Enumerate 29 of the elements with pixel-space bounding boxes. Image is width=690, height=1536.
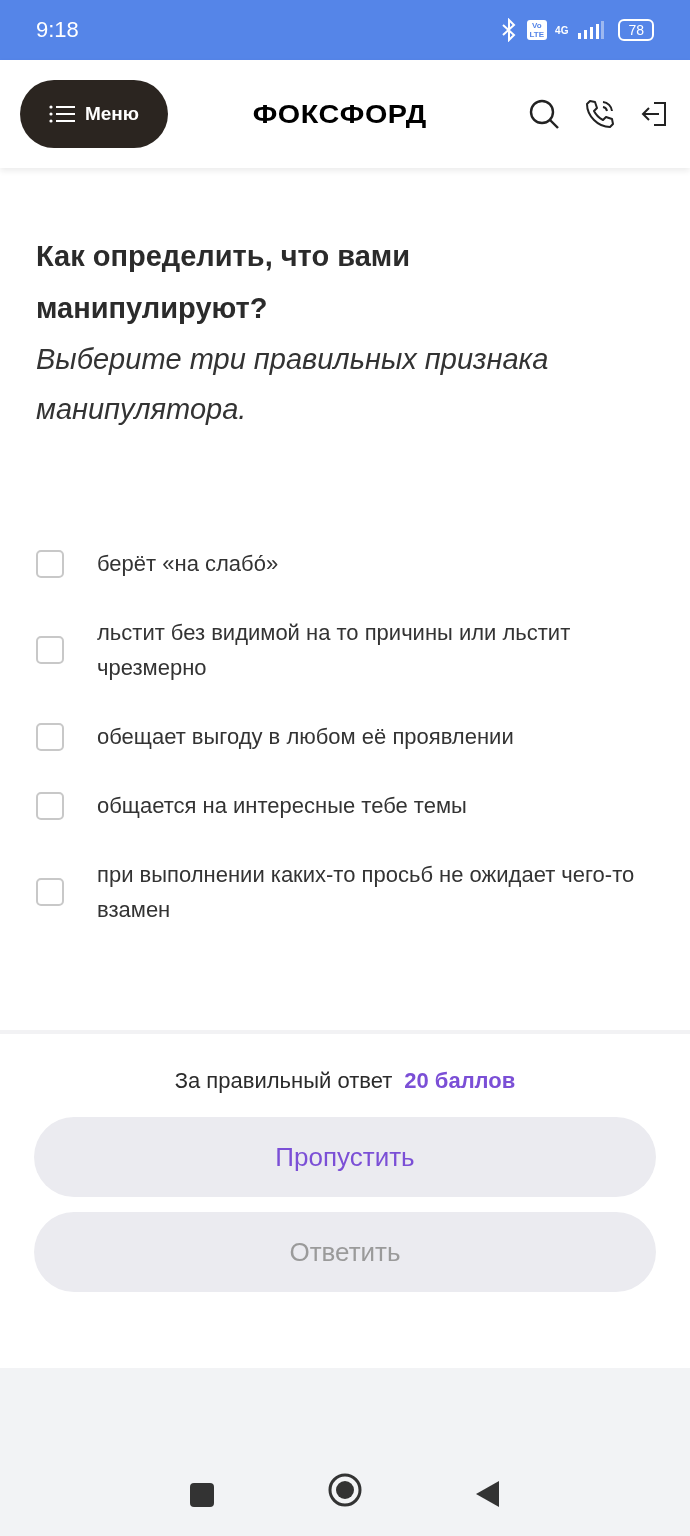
home-icon[interactable] — [327, 1472, 363, 1508]
menu-icon — [48, 104, 75, 124]
logo[interactable]: ФОКСФОРД — [252, 99, 427, 129]
reward-points: 20 баллов — [404, 1068, 516, 1094]
checkbox[interactable] — [36, 636, 64, 664]
logout-icon[interactable] — [640, 100, 668, 128]
search-icon[interactable] — [528, 98, 560, 130]
checkbox[interactable] — [36, 722, 64, 751]
volte-badge: Vo LTE — [526, 20, 548, 40]
option-label[interactable]: при выполнении каких-то просьб не ожидает чего-то взамен — [97, 857, 654, 927]
network-type: 4G — [555, 24, 569, 36]
reward-label: За правильный ответ — [174, 1068, 393, 1094]
menu-button[interactable]: Меню — [20, 80, 168, 148]
back-icon[interactable] — [475, 1480, 501, 1508]
option-label[interactable]: берёт «на слабо́» — [97, 546, 279, 581]
phone-icon[interactable] — [584, 98, 616, 130]
checkbox[interactable] — [36, 791, 64, 820]
checkbox[interactable] — [36, 878, 64, 906]
option-label[interactable]: льстит без видимой на то причины или льстит чрезмерно — [97, 615, 654, 685]
clock-time: 9:18 — [36, 17, 79, 43]
option-label[interactable]: обещает выгоду в любом её проявлении — [97, 719, 514, 754]
checkbox[interactable] — [36, 549, 64, 578]
recent-apps-icon[interactable] — [189, 1482, 215, 1508]
signal-icon — [576, 20, 605, 40]
skip-button[interactable]: Пропустить — [34, 1117, 656, 1197]
option-label[interactable]: общается на интересные тебе темы — [97, 788, 467, 823]
question-title: Как определить, что вами манипулируют? — [36, 239, 412, 326]
battery-icon: 78 — [618, 19, 654, 41]
question-hint: Выберите три правильных признака манипулятора. — [36, 342, 550, 427]
